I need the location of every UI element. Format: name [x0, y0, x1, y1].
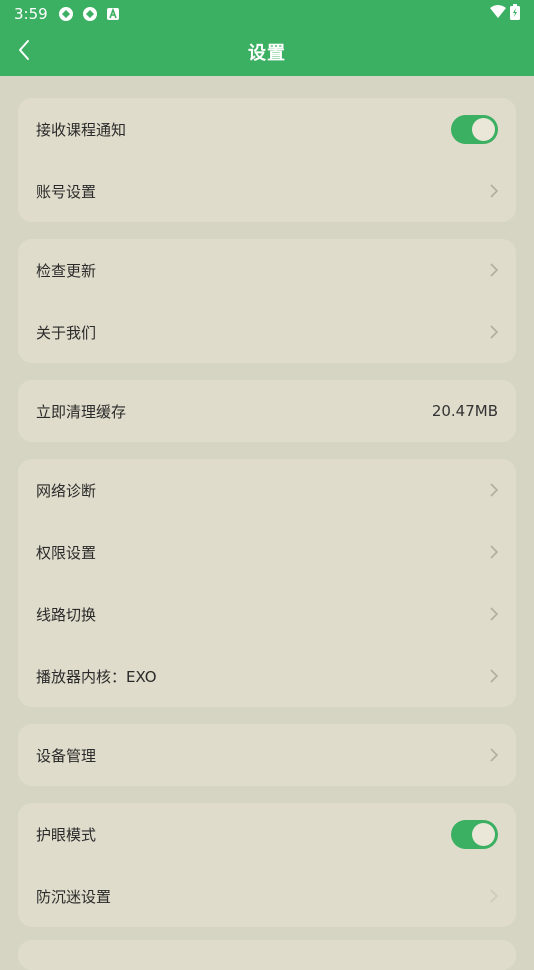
toggle-knob: [472, 822, 495, 846]
settings-group-wellbeing: 护眼模式 防沉迷设置: [18, 803, 516, 927]
chevron-right-icon: [490, 545, 498, 559]
chevron-right-icon: [490, 607, 498, 621]
chevron-right-icon: [490, 889, 498, 903]
setting-row-anti-addiction[interactable]: 防沉迷设置: [18, 865, 516, 927]
setting-row-permissions[interactable]: 权限设置: [18, 521, 516, 583]
notification-app-icon: [58, 6, 74, 22]
setting-label: 防沉迷设置: [36, 887, 112, 906]
setting-label: 权限设置: [36, 543, 97, 562]
chevron-right-icon: [490, 184, 498, 198]
toggle-knob: [472, 117, 495, 141]
setting-label: 检查更新: [36, 261, 97, 280]
setting-row-account[interactable]: 账号设置: [18, 160, 516, 222]
setting-row-eye-protection[interactable]: 护眼模式: [18, 803, 516, 865]
back-button[interactable]: [10, 38, 38, 66]
battery-icon: [510, 4, 520, 24]
cache-size-value: 20.47MB: [431, 402, 498, 420]
settings-group-notifications: 接收课程通知 账号设置: [18, 98, 516, 222]
setting-label: 接收课程通知: [36, 120, 127, 139]
notification-app-icon: [82, 6, 98, 22]
setting-row-route-switch[interactable]: 线路切换: [18, 583, 516, 645]
setting-row-network-diagnosis[interactable]: 网络诊断: [18, 459, 516, 521]
settings-group-devices: 设备管理: [18, 724, 516, 786]
chevron-right-icon: [490, 669, 498, 683]
settings-group-partial: [18, 940, 516, 970]
setting-row-clear-cache[interactable]: 立即清理缓存 20.47MB: [18, 380, 516, 442]
settings-group-about: 检查更新 关于我们: [18, 239, 516, 363]
chevron-right-icon: [490, 263, 498, 277]
app-bar: 设置: [0, 28, 534, 76]
page-title: 设置: [248, 43, 286, 64]
chevron-left-icon: [17, 39, 31, 65]
setting-label: 关于我们: [36, 323, 97, 342]
setting-row-course-notifications[interactable]: 接收课程通知: [18, 98, 516, 160]
chevron-right-icon: [490, 325, 498, 339]
chevron-right-icon: [490, 748, 498, 762]
setting-label: 线路切换: [36, 605, 97, 624]
status-time: 3:59: [14, 5, 48, 23]
eye-protection-toggle[interactable]: [451, 819, 498, 849]
setting-label: 网络诊断: [36, 481, 97, 500]
setting-row-player-core[interactable]: 播放器内核：EXO: [18, 645, 516, 707]
course-notifications-toggle[interactable]: [451, 114, 498, 144]
setting-label: 账号设置: [36, 182, 97, 201]
setting-row-check-update[interactable]: 检查更新: [18, 239, 516, 301]
setting-row-about-us[interactable]: 关于我们: [18, 301, 516, 363]
setting-row-device-management[interactable]: 设备管理: [18, 724, 516, 786]
setting-label: 立即清理缓存: [36, 402, 127, 421]
settings-group-network: 网络诊断 权限设置 线路切换 播放器内核：EXO: [18, 459, 516, 707]
chevron-right-icon: [490, 483, 498, 497]
setting-label: 播放器内核：EXO: [36, 667, 157, 686]
notification-a-icon: [106, 7, 120, 21]
setting-label: 护眼模式: [36, 825, 97, 844]
setting-label: 设备管理: [36, 746, 97, 765]
wifi-icon: [490, 5, 506, 23]
status-bar: 3:59: [0, 0, 534, 28]
settings-group-cache: 立即清理缓存 20.47MB: [18, 380, 516, 442]
